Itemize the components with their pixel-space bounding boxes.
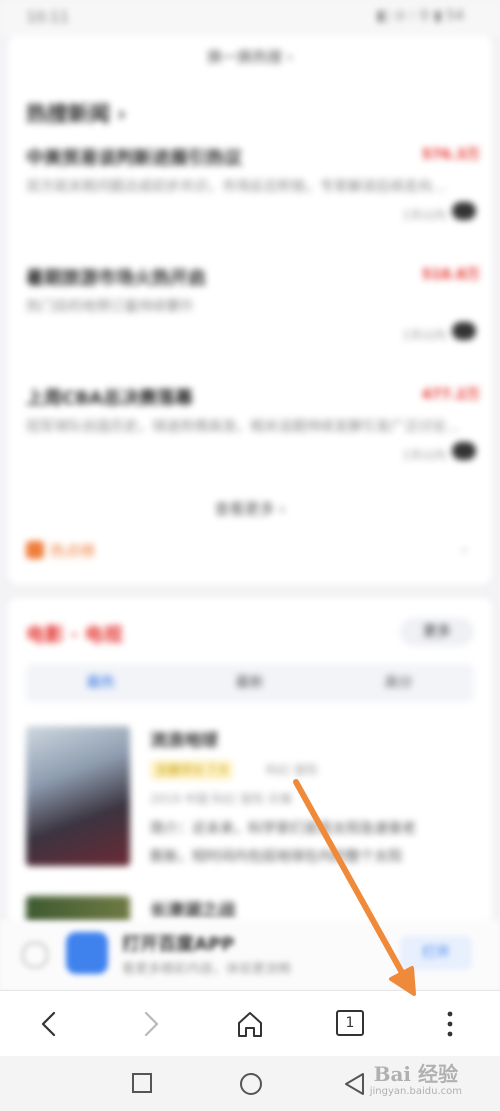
see-more-link[interactable]: 查看更多 › (8, 498, 492, 519)
news-hot-count: 518.8万 (421, 267, 480, 283)
movie-more-button[interactable]: 更多 (400, 618, 474, 646)
banner-title: 打开百度APP (122, 934, 235, 955)
home-icon (238, 1012, 262, 1037)
close-icon[interactable] (22, 942, 48, 968)
tab-count: 1 (336, 1010, 364, 1036)
recents-button[interactable] (112, 1056, 172, 1111)
tabs-button[interactable]: 1 (320, 991, 380, 1057)
blurred-content: 10:11 ◧ ⊙ ⁝ ⚲ ▮ 54 换一换热搜 › 热搜新闻 › 中美贸易谈判… (0, 0, 500, 990)
news-meta: 1天以内 (402, 448, 446, 462)
movie-tags: 科幻 冒险 (266, 763, 318, 777)
news-avatar-icon (452, 442, 476, 460)
news-hot-count: 576.3万 (421, 147, 480, 163)
status-time: 10:11 (26, 8, 70, 26)
tab-top-rated[interactable]: 高分 (324, 664, 473, 702)
movie-section-title[interactable]: 电影 · 电视 (26, 620, 122, 647)
app-banner: 打开百度APP 看更多精彩内容，体验更流畅 打开 (0, 920, 500, 990)
movie-synopsis-line: 简介：近未来，科学家们发现太阳急速衰老 (150, 821, 416, 837)
hot-news-title[interactable]: 热搜新闻 › (26, 98, 126, 128)
news-meta: 1天以内 (402, 328, 446, 342)
rating-badge: 豆瓣评分 7.9 (150, 760, 233, 780)
news-desc: 冠军球队创造历史，球迷热情高涨，相关话题持续发酵引发广泛讨论… (26, 419, 460, 435)
hot-list-tag[interactable]: 热点榜 (26, 540, 95, 561)
chevron-left-icon (41, 1011, 56, 1037)
movie-poster[interactable] (26, 726, 130, 866)
movie-title[interactable]: 流浪地球 (150, 726, 218, 751)
chevron-right-icon (144, 1011, 159, 1037)
watermark-url: jingyan.baidu.com (369, 1086, 462, 1097)
home-button[interactable] (220, 991, 280, 1057)
movie-tabs: 最热 最新 高分 (26, 664, 474, 702)
banner-subtitle: 看更多精彩内容，体验更流畅 (122, 962, 292, 977)
news-title: 暑期旅游市场火热开启 (26, 268, 206, 289)
circle-icon (240, 1073, 262, 1095)
movie-synopsis-line: 膨胀，短时间内包括地球在内的整个太阳 (150, 849, 402, 865)
hot-list-label: 热点榜 (50, 542, 96, 560)
news-meta: 1天以内 (402, 208, 446, 222)
triangle-back-icon (345, 1073, 364, 1095)
movie-info: 2019 中国 科幻 冒险 灾难 (150, 792, 292, 806)
open-app-button[interactable]: 打开 (400, 936, 472, 970)
movie-card: 电影 · 电视 更多 最热 最新 高分 流浪地球 豆瓣评分 7.9 科幻 冒险 … (8, 598, 492, 928)
square-icon (132, 1073, 152, 1093)
hot-news-card: 换一换热搜 › 热搜新闻 › 中美贸易谈判新进展引热议 576.3万 双方就关税… (8, 36, 492, 584)
menu-button[interactable] (420, 991, 480, 1057)
movie-title[interactable]: 长津湖之战 (150, 896, 235, 921)
forward-button[interactable] (120, 991, 180, 1057)
news-desc: 热门目的地预订量持续攀升 (26, 299, 194, 315)
back-button[interactable] (20, 991, 80, 1057)
refresh-hot-search-link[interactable]: 换一换热搜 › (8, 46, 492, 67)
news-avatar-icon (452, 322, 476, 340)
news-desc: 双方就关税问题达成初步共识，市场反应积极，专家解读后续走向… (26, 179, 446, 195)
status-icons: ◧ ⊙ ⁝ ⚲ ▮ 54 (376, 8, 464, 24)
tab-hottest[interactable]: 最热 (26, 664, 175, 702)
app-logo-icon (66, 932, 108, 974)
news-title: 中美贸易谈判新进展引热议 (26, 148, 242, 169)
baidu-watermark: Bai 经验 (373, 1062, 458, 1086)
news-avatar-icon (452, 202, 476, 220)
home-nav-button[interactable] (220, 1056, 280, 1111)
browser-toolbar: 1 (0, 990, 500, 1057)
news-hot-count: 477.2万 (421, 387, 480, 403)
fire-icon (26, 541, 44, 559)
news-title: 上周CBA总决赛落幕 (26, 388, 193, 409)
chevron-down-icon[interactable]: ⌄ (458, 540, 470, 556)
more-vertical-icon (447, 1011, 453, 1037)
status-bar: 10:11 ◧ ⊙ ⁝ ⚲ ▮ 54 (0, 0, 500, 36)
tab-newest[interactable]: 最新 (175, 664, 324, 702)
